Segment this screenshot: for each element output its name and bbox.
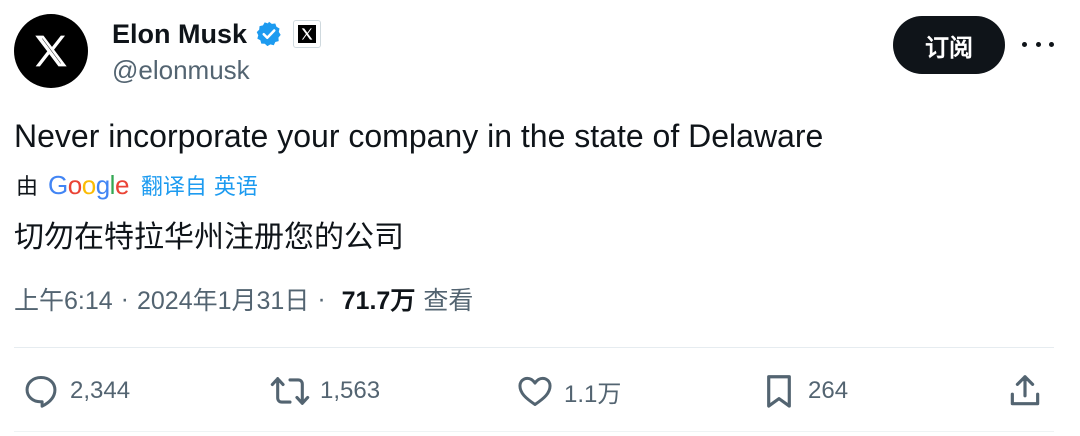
tweet-time[interactable]: 上午6:14 (14, 281, 113, 317)
repost-count: 1,563 (320, 377, 381, 404)
google-logo: Google (48, 169, 129, 200)
author-name[interactable]: Elon Musk (112, 19, 247, 50)
translated-from-link[interactable]: 翻译自 英语 (141, 169, 258, 201)
reply-button[interactable]: 2,344 (22, 360, 130, 422)
like-count: 1.1万 (564, 380, 622, 408)
meta-separator-2: · (317, 284, 326, 313)
meta-separator: · (120, 284, 129, 313)
tweet-date[interactable]: 2024年1月31日 (137, 281, 309, 317)
reply-count: 2,344 (70, 377, 131, 404)
repost-icon (270, 377, 310, 405)
verified-badge-icon[interactable] (255, 20, 283, 48)
tweet-meta: 上午6:14 · 2024年1月31日 · 71.7万 查看 (14, 281, 473, 317)
more-horizontal-icon[interactable] (1022, 30, 1054, 58)
share-button[interactable] (1006, 360, 1044, 422)
follow-button[interactable]: 订阅 (893, 16, 1005, 74)
bookmark-count: 264 (808, 377, 849, 404)
x-logo-icon (35, 35, 67, 67)
view-count[interactable]: 71.7万 (342, 281, 416, 317)
share-icon (1010, 375, 1040, 406)
like-button[interactable]: 1.1万 (516, 360, 621, 422)
author-handle[interactable]: @elonmusk (112, 55, 250, 86)
translated-by-label: 由 (16, 175, 39, 200)
views-label[interactable]: 查看 (423, 281, 473, 317)
reply-icon (25, 376, 57, 408)
translated-text: 切勿在特拉华州注册您的公司 (14, 220, 404, 255)
heart-icon (518, 376, 552, 406)
author-name-row: Elon Musk (112, 16, 322, 52)
divider (14, 347, 1054, 348)
bookmark-icon (767, 375, 791, 408)
action-bar: 2,344 1,563 1.1万 264 (0, 360, 1080, 422)
tweet-text: Never incorporate your company in the st… (14, 118, 824, 154)
avatar[interactable] (14, 14, 88, 88)
bookmark-button[interactable]: 264 (760, 360, 848, 422)
translation-attribution: 由 Google 翻译自 英语 (16, 168, 258, 202)
bottom-divider (14, 431, 1054, 432)
affiliation-x-badge-icon[interactable] (293, 20, 322, 48)
repost-button[interactable]: 1,563 (270, 360, 380, 422)
